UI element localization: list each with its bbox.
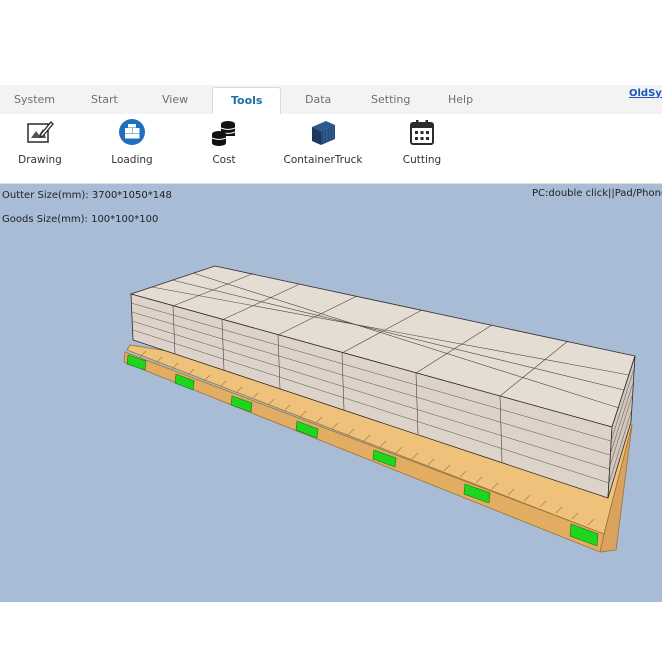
cost-icon [211, 121, 236, 146]
tab-setting[interactable]: Setting [371, 93, 410, 106]
loading-label: Loading [111, 154, 153, 166]
drawing-label: Drawing [18, 154, 62, 166]
menu-bar: System Start View Tools Data Setting Hel… [0, 85, 662, 116]
loading-icon [119, 119, 145, 145]
tab-start[interactable]: Start [91, 93, 118, 106]
tab-help[interactable]: Help [448, 93, 473, 106]
tab-data[interactable]: Data [305, 93, 331, 106]
loading-button[interactable]: Loading [87, 114, 177, 182]
cost-button[interactable]: Cost [179, 114, 269, 182]
tab-view[interactable]: View [162, 93, 188, 106]
cutting-label: Cutting [402, 154, 442, 166]
3d-viewport[interactable]: Outter Size(mm): 3700*1050*148 Goods Siz… [0, 184, 662, 602]
tab-tools[interactable]: Tools [212, 87, 282, 116]
container-truck-button[interactable]: ContainerTruck [278, 114, 368, 182]
tab-system[interactable]: System [14, 93, 55, 106]
drawing-button[interactable]: Drawing [0, 114, 85, 182]
tools-ribbon: Drawing Loading Cost ContainerTruck Cutt… [0, 114, 662, 184]
bottom-blank-area [0, 602, 662, 652]
cost-label: Cost [212, 154, 236, 166]
old-system-link[interactable]: OldSys [629, 88, 662, 99]
cutting-button[interactable]: Cutting [377, 114, 467, 182]
drawing-icon [27, 121, 54, 143]
container-truck-label: ContainerTruck [283, 154, 363, 166]
calendar-icon [410, 120, 434, 145]
container-icon [312, 121, 335, 145]
pallet-3d-scene [123, 265, 636, 553]
